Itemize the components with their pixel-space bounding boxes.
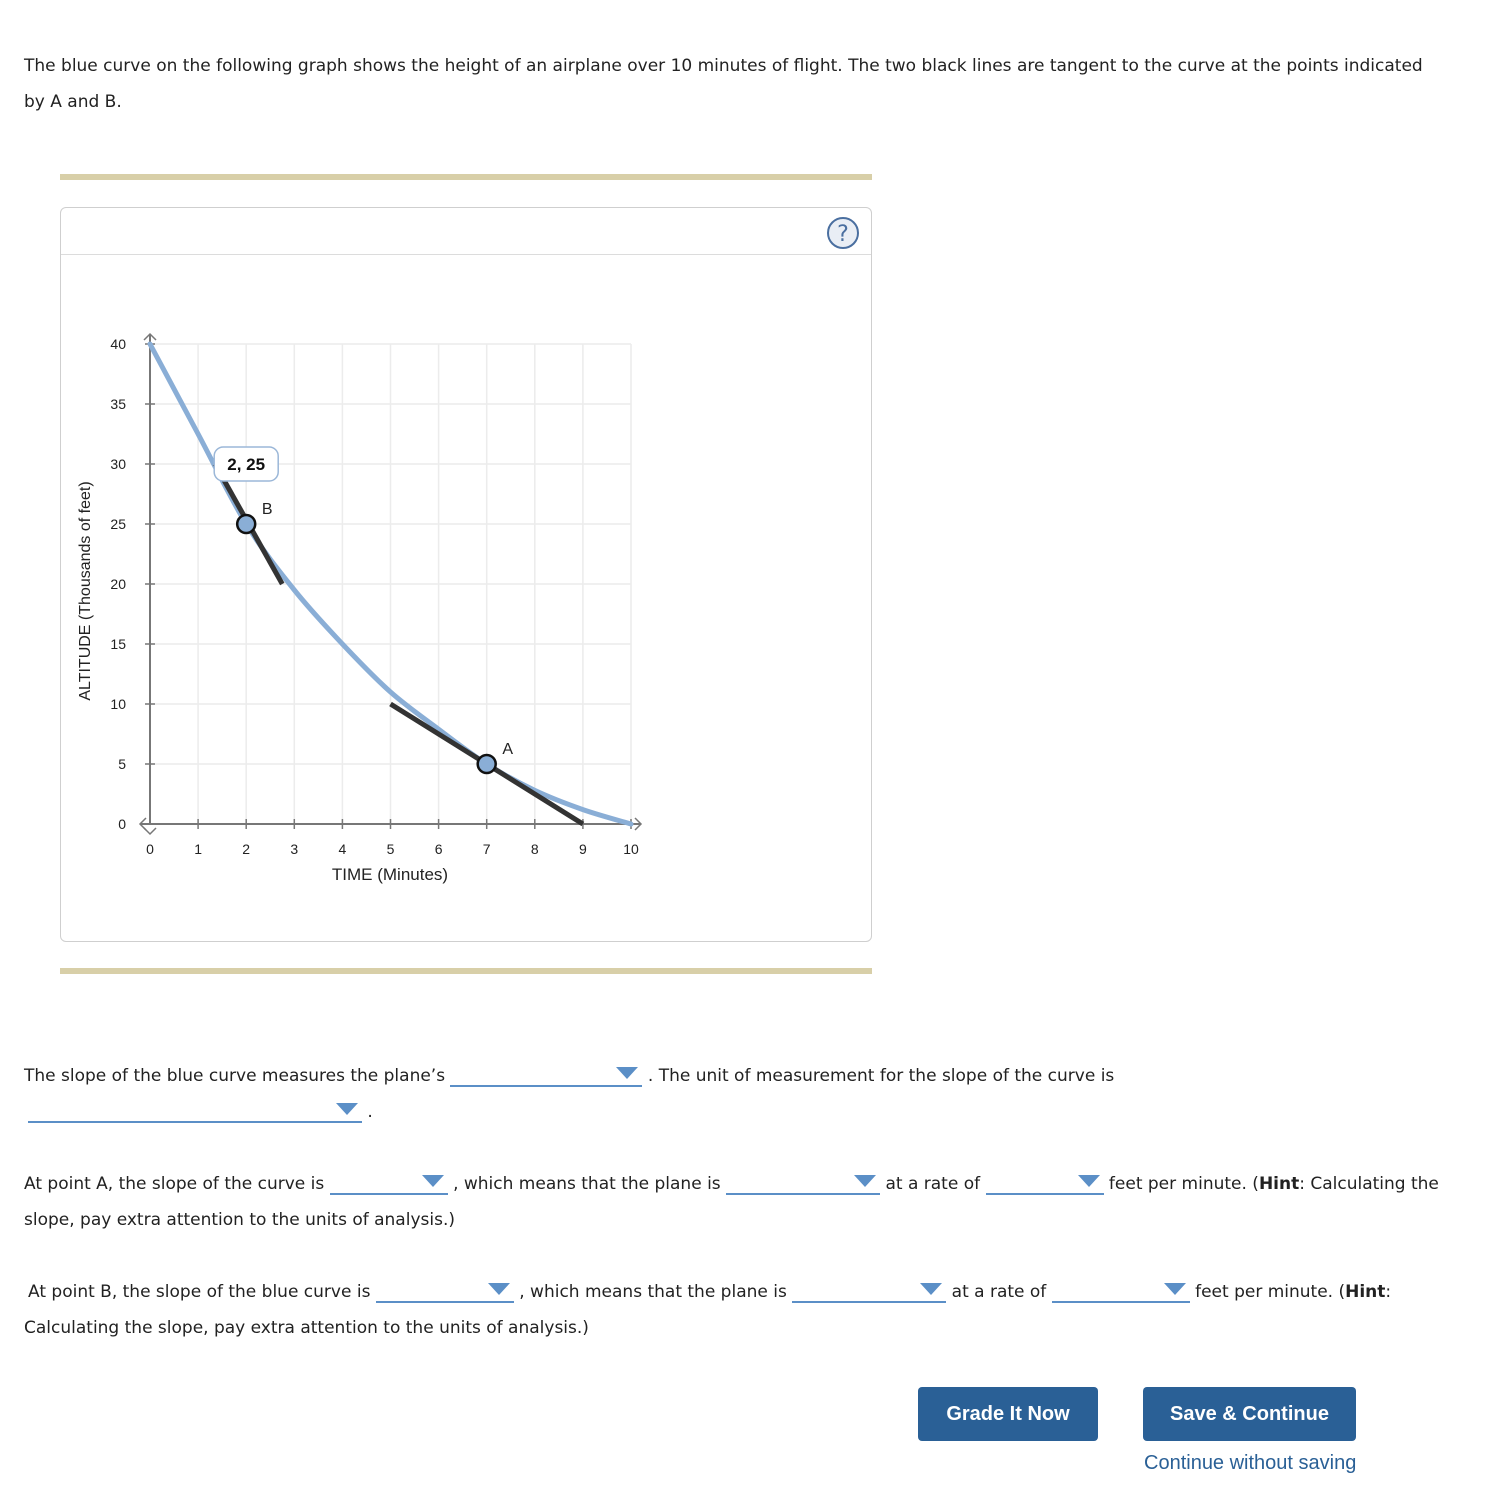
q3-text-3: at a rate of xyxy=(951,1282,1047,1302)
point-layer: B A 2, 25 xyxy=(213,446,513,775)
q1-text-1: The slope of the blue curve measures the… xyxy=(24,1066,446,1086)
question-1: The slope of the blue curve measures the… xyxy=(24,1058,1444,1130)
y-tick-label: 25 xyxy=(110,516,126,532)
y-tick-label: 35 xyxy=(110,396,126,412)
bottom-divider xyxy=(60,968,872,974)
chevron-down-icon xyxy=(1077,1175,1100,1187)
point-a-label: A xyxy=(502,741,513,758)
coordinate-tooltip-text: 2, 25 xyxy=(227,455,265,474)
q1-text-end: . xyxy=(367,1102,373,1122)
x-tick-label: 8 xyxy=(531,841,539,857)
x-axis-label: TIME (Minutes) xyxy=(332,865,448,884)
chevron-down-icon xyxy=(487,1283,510,1295)
grid xyxy=(150,343,632,824)
b-slope-dropdown[interactable] xyxy=(375,1277,514,1303)
y-tick-label: 0 xyxy=(118,816,126,832)
chevron-down-icon xyxy=(1163,1283,1186,1295)
grade-it-now-button[interactable]: Grade It Now xyxy=(918,1387,1098,1441)
a-direction-dropdown[interactable] xyxy=(726,1169,881,1195)
q3-text-1: At point B, the slope of the blue curve … xyxy=(28,1282,371,1302)
y-tick-label: 20 xyxy=(110,576,126,592)
intro-text: The blue curve on the following graph sh… xyxy=(24,56,1423,112)
y-tick-label: 30 xyxy=(110,456,126,472)
a-rate-dropdown[interactable] xyxy=(985,1169,1104,1195)
x-tick-label: 7 xyxy=(483,841,491,857)
chevron-down-icon xyxy=(336,1103,358,1115)
top-divider xyxy=(60,174,872,180)
b-direction-dropdown[interactable] xyxy=(792,1277,947,1303)
y-axis-down-arrow-icon xyxy=(143,827,157,836)
x-tick-label: 3 xyxy=(290,841,298,857)
y-axis-label: ALTITUDE (Thousands of feet) xyxy=(77,481,94,700)
b-rate-dropdown[interactable] xyxy=(1051,1277,1190,1303)
chevron-down-icon xyxy=(854,1175,877,1187)
q2-hint-label: Hint xyxy=(1258,1174,1300,1194)
x-tick-label: 6 xyxy=(435,841,443,857)
q2-text-2: , which means that the plane is xyxy=(453,1174,721,1194)
x-tick-label: 1 xyxy=(194,841,202,857)
x-tick-label: 5 xyxy=(387,841,395,857)
q3-text-4: feet per minute. ( xyxy=(1195,1282,1346,1302)
y-tick-label: 15 xyxy=(110,636,126,652)
q2-text-1: At point A, the slope of the curve is xyxy=(24,1174,325,1194)
point-b[interactable] xyxy=(235,513,257,535)
unit-dropdown[interactable] xyxy=(28,1097,362,1123)
x-tick-label: 2 xyxy=(242,841,250,857)
q3-text-2: , which means that the plane is xyxy=(519,1282,787,1302)
a-slope-dropdown[interactable] xyxy=(329,1169,448,1195)
x-tick-label: 0 xyxy=(146,841,154,857)
chevron-down-icon xyxy=(920,1283,943,1295)
save-and-continue-button[interactable]: Save & Continue xyxy=(1143,1387,1356,1441)
x-tick-label: 9 xyxy=(579,841,587,857)
y-tick-label: 5 xyxy=(118,756,126,772)
chevron-down-icon xyxy=(421,1175,444,1187)
point-a[interactable] xyxy=(476,753,497,775)
x-tick-label: 4 xyxy=(339,841,347,857)
measures-dropdown[interactable] xyxy=(450,1061,643,1087)
point-b-label: B xyxy=(262,501,273,518)
q2-text-4: feet per minute. ( xyxy=(1108,1174,1259,1194)
question-3: At point B, the slope of the blue curve … xyxy=(24,1274,1444,1346)
chart: 0 1 2 3 4 5 6 7 8 9 10 0 5 10 15 20 25 30 35 40 B A 2, 25 TIM… xyxy=(77,332,643,884)
q2-text-3: at a rate of xyxy=(885,1174,981,1194)
question-2: At point A, the slope of the curve is , … xyxy=(24,1166,1444,1238)
graph-panel: ? 0 1 2 3 4 5 6 7 8 9 10 0 5 10 15 20 25 30 35 40 B A 2, 25 T… xyxy=(60,207,872,942)
x-tick-label: 10 xyxy=(623,841,639,857)
y-tick-label: 10 xyxy=(110,696,126,712)
y-tick-label: 40 xyxy=(110,336,126,352)
continue-without-saving-link[interactable]: Continue without saving xyxy=(1144,1452,1356,1475)
chevron-down-icon xyxy=(616,1067,639,1079)
q3-hint-label: Hint xyxy=(1345,1282,1386,1302)
q1-text-2: . The unit of measurement for the slope … xyxy=(647,1066,1115,1086)
